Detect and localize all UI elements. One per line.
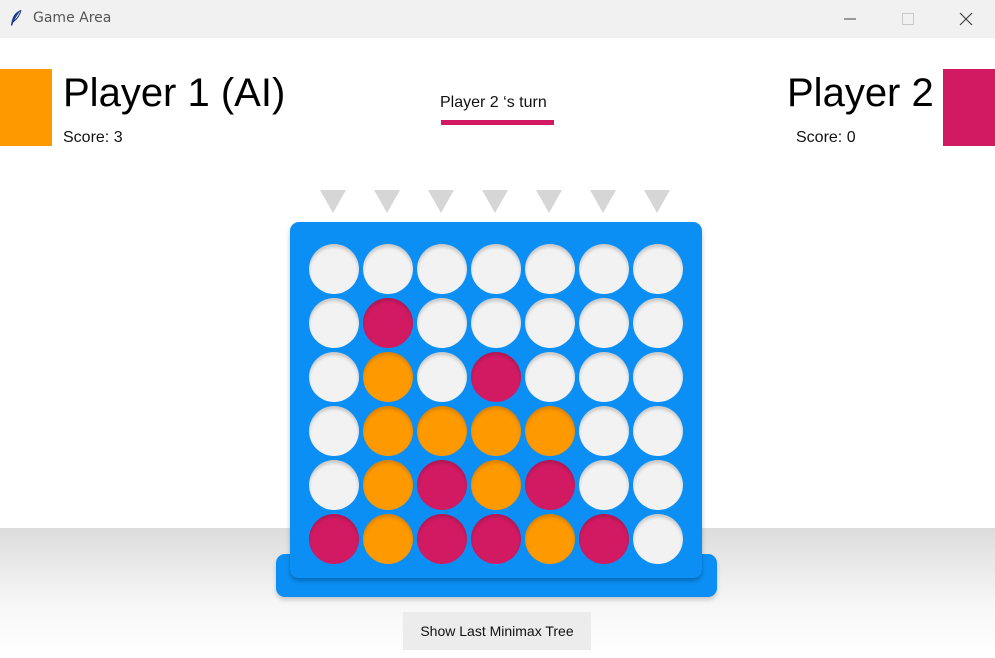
board-cell-r2-c0[interactable]	[309, 352, 359, 402]
board-cell-r4-c2[interactable]	[417, 460, 467, 510]
drop-arrow-icon[interactable]	[535, 189, 563, 213]
drop-arrow-icon[interactable]	[589, 189, 617, 213]
board-cell-r3-c1[interactable]	[363, 406, 413, 456]
board-cell-r0-c2[interactable]	[417, 244, 467, 294]
board-cell-r0-c5[interactable]	[579, 244, 629, 294]
player-1-color-swatch	[0, 69, 52, 146]
board-cell-r1-c1[interactable]	[363, 298, 413, 348]
board-cell-r5-c1[interactable]	[363, 514, 413, 564]
minimize-button[interactable]	[821, 0, 879, 38]
minimize-icon	[844, 18, 856, 20]
board-cell-r3-c4[interactable]	[525, 406, 575, 456]
board-cell-r2-c5[interactable]	[579, 352, 629, 402]
game-board	[290, 222, 702, 578]
maximize-button[interactable]	[879, 0, 937, 38]
feather-icon	[9, 9, 23, 27]
maximize-icon	[902, 13, 914, 25]
board-cell-r2-c2[interactable]	[417, 352, 467, 402]
board-cell-r3-c5[interactable]	[579, 406, 629, 456]
player-1-score: Score: 3	[63, 129, 123, 146]
close-button[interactable]	[937, 0, 995, 38]
board-cell-r5-c4[interactable]	[525, 514, 575, 564]
board-cell-r0-c0[interactable]	[309, 244, 359, 294]
drop-arrow-icon[interactable]	[481, 189, 509, 213]
board-cell-r4-c4[interactable]	[525, 460, 575, 510]
title-bar: Game Area	[0, 0, 995, 38]
board-cell-r1-c3[interactable]	[471, 298, 521, 348]
board-cell-r0-c4[interactable]	[525, 244, 575, 294]
board-cell-r3-c2[interactable]	[417, 406, 467, 456]
drop-arrow-icon[interactable]	[373, 189, 401, 213]
board-cell-r2-c1[interactable]	[363, 352, 413, 402]
board-cell-r1-c6[interactable]	[633, 298, 683, 348]
window-title: Game Area	[33, 10, 112, 26]
player-2-color-swatch	[943, 69, 995, 146]
board-cell-r1-c4[interactable]	[525, 298, 575, 348]
board-cell-r4-c6[interactable]	[633, 460, 683, 510]
close-icon	[959, 12, 973, 26]
board-cell-r5-c6[interactable]	[633, 514, 683, 564]
drop-arrow-icon[interactable]	[319, 189, 347, 213]
board-cell-r4-c3[interactable]	[471, 460, 521, 510]
player-2-score: Score: 0	[796, 129, 856, 146]
board-cell-r1-c0[interactable]	[309, 298, 359, 348]
board-cell-r3-c0[interactable]	[309, 406, 359, 456]
board-cell-r1-c2[interactable]	[417, 298, 467, 348]
board-cell-r2-c3[interactable]	[471, 352, 521, 402]
board-cell-r4-c0[interactable]	[309, 460, 359, 510]
show-minimax-tree-button[interactable]: Show Last Minimax Tree	[403, 612, 591, 650]
board-cell-r4-c5[interactable]	[579, 460, 629, 510]
board-cell-r4-c1[interactable]	[363, 460, 413, 510]
board-cell-r0-c6[interactable]	[633, 244, 683, 294]
board-cell-r3-c6[interactable]	[633, 406, 683, 456]
drop-arrow-icon[interactable]	[427, 189, 455, 213]
turn-indicator-text: Player 2 ‘s turn	[440, 94, 547, 111]
board-cell-r5-c2[interactable]	[417, 514, 467, 564]
player-1-name: Player 1 (AI)	[63, 71, 286, 115]
board-cell-r0-c1[interactable]	[363, 244, 413, 294]
board-cell-r1-c5[interactable]	[579, 298, 629, 348]
drop-arrow-icon[interactable]	[643, 189, 671, 213]
board-cell-r2-c4[interactable]	[525, 352, 575, 402]
board-cell-r5-c3[interactable]	[471, 514, 521, 564]
board-cell-r2-c6[interactable]	[633, 352, 683, 402]
board-cell-r5-c0[interactable]	[309, 514, 359, 564]
player-2-name: Player 2	[787, 71, 934, 115]
board-cell-r0-c3[interactable]	[471, 244, 521, 294]
board-cell-r5-c5[interactable]	[579, 514, 629, 564]
board-cell-r3-c3[interactable]	[471, 406, 521, 456]
turn-indicator-bar	[441, 120, 554, 125]
